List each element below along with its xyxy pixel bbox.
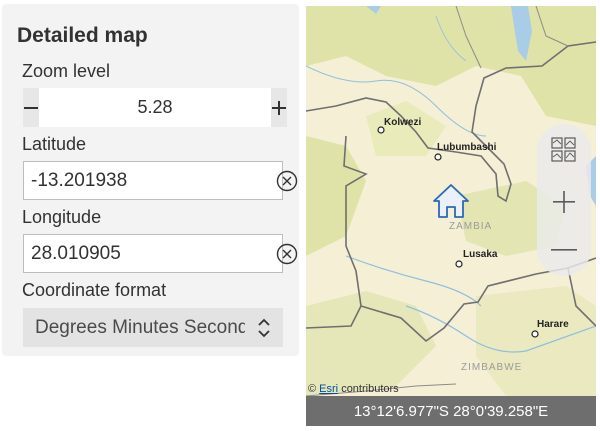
map-view[interactable]: Kolwezi Lubumbashi Lusaka Harare ZAMBIA … bbox=[306, 6, 596, 426]
attribution-suffix: contributors bbox=[341, 383, 399, 395]
minus-icon bbox=[24, 106, 38, 109]
map-controls bbox=[537, 124, 591, 276]
longitude-input[interactable] bbox=[24, 235, 276, 272]
esri-link[interactable]: Esri bbox=[319, 383, 338, 395]
clear-circle-icon bbox=[276, 243, 298, 264]
clear-circle-icon bbox=[276, 170, 298, 191]
coordinate-format-value: Degrees Minutes Seconds bbox=[35, 317, 245, 338]
zoom-decrement-button[interactable] bbox=[23, 88, 39, 127]
minus-icon bbox=[551, 249, 577, 251]
latitude-field bbox=[23, 161, 298, 200]
longitude-label: Longitude bbox=[22, 207, 102, 227]
city-label-harare: Harare bbox=[537, 319, 569, 330]
latitude-input[interactable] bbox=[24, 162, 276, 199]
city-dot-harare bbox=[531, 330, 539, 338]
plus-icon bbox=[272, 100, 286, 115]
country-label-zimbabwe: ZIMBABWE bbox=[461, 362, 522, 373]
latitude-clear-button[interactable] bbox=[276, 162, 298, 199]
coordinate-format-select[interactable]: Degrees Minutes Seconds bbox=[23, 308, 283, 347]
panel-title: Detailed map bbox=[17, 24, 148, 47]
basemap-gallery-icon bbox=[551, 137, 576, 162]
coordinate-display: 13°12'6.977"S 28°0'39.258"E bbox=[306, 396, 596, 426]
map-zoom-out-button[interactable] bbox=[537, 228, 591, 272]
chevron-up-down-icon bbox=[258, 318, 270, 338]
longitude-clear-button[interactable] bbox=[276, 235, 298, 272]
zoom-increment-button[interactable] bbox=[271, 88, 287, 127]
map-zoom-in-button[interactable] bbox=[537, 180, 591, 224]
copyright-symbol: © bbox=[308, 383, 317, 395]
latitude-label: Latitude bbox=[22, 134, 87, 154]
map-attribution: © Esri contributors bbox=[308, 383, 399, 395]
longitude-field bbox=[23, 234, 298, 273]
zoom-level-stepper bbox=[23, 88, 287, 127]
city-label-lubumbashi: Lubumbashi bbox=[437, 142, 497, 153]
city-label-lusaka: Lusaka bbox=[463, 249, 498, 260]
city-dot-lubumbashi bbox=[434, 153, 442, 161]
basemap-gallery-button[interactable] bbox=[537, 128, 591, 172]
zoom-level-label: Zoom level bbox=[22, 61, 111, 81]
settings-panel: Detailed map Zoom level Latitude Longitu… bbox=[2, 4, 299, 356]
zoom-level-input[interactable] bbox=[39, 88, 271, 127]
city-label-kolwezi: Kolwezi bbox=[384, 117, 421, 128]
coordinate-format-label: Coordinate format bbox=[22, 280, 167, 300]
city-dot-lusaka bbox=[455, 260, 463, 268]
plus-icon bbox=[553, 191, 575, 213]
country-label-zambia: ZAMBIA bbox=[449, 221, 492, 232]
